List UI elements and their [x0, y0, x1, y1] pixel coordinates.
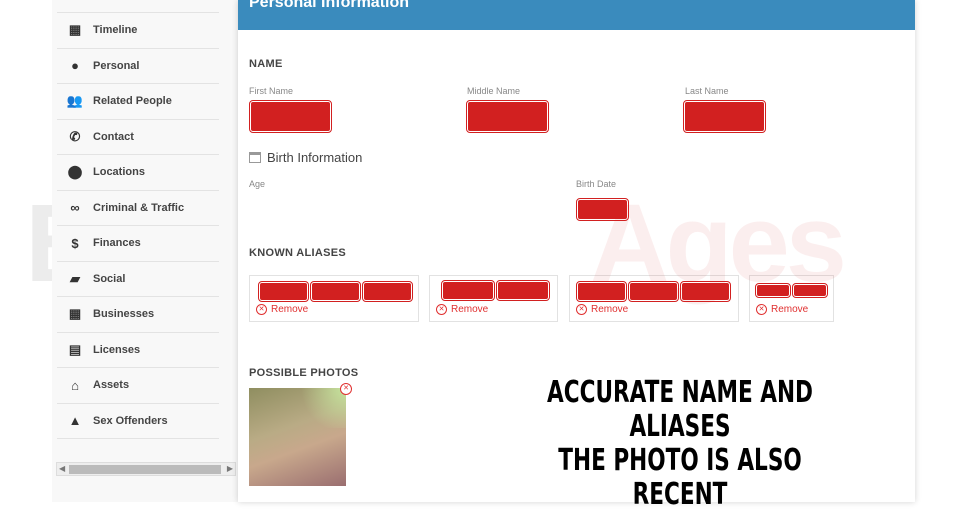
last-name-redacted	[683, 100, 766, 133]
last-name-label: Last Name	[685, 86, 729, 96]
middle-name-label: Middle Name	[467, 86, 521, 96]
home-icon: ⌂	[71, 377, 79, 393]
sidebar-item-assets[interactable]: ⌂ Assets	[57, 368, 219, 404]
people-icon: 👥	[66, 93, 84, 109]
alias-redacted	[441, 280, 495, 301]
remove-alias-button[interactable]: ✕ Remove	[756, 304, 808, 315]
birth-information-title: Birth Information	[249, 150, 362, 165]
photos-section-title: POSSIBLE PHOTOS	[249, 367, 359, 379]
calendar-icon	[249, 152, 261, 163]
horizontal-scrollbar[interactable]: ◀ ▶	[56, 462, 236, 476]
sidebar-item-personal[interactable]: ● Personal	[57, 49, 219, 84]
age-label: Age	[249, 179, 266, 189]
sidebar-item-timeline[interactable]: ▦ Timeline	[57, 13, 219, 49]
scroll-right-icon[interactable]: ▶	[227, 463, 233, 475]
alias-redacted	[258, 281, 309, 302]
remove-icon: ✕	[436, 304, 447, 315]
first-name-redacted	[249, 100, 332, 133]
alias-card: ✕ Remove	[569, 275, 739, 322]
alias-redacted	[680, 281, 731, 302]
birth-date-label: Birth Date	[576, 179, 617, 189]
handcuffs-icon: ∞	[70, 200, 80, 216]
sidebar-item-businesses[interactable]: ▦ Businesses	[57, 297, 219, 333]
calendar-icon: ▦	[68, 22, 82, 38]
remove-alias-button[interactable]: ✕ Remove	[576, 304, 628, 315]
remove-photo-icon[interactable]: ✕	[340, 383, 352, 395]
sidebar-item-sex-offenders[interactable]: ▲ Sex Offenders	[57, 404, 219, 439]
alias-card: ✕ Remove	[429, 275, 558, 322]
id-card-icon: ▤	[68, 341, 82, 357]
alias-card: ✕ Remove	[249, 275, 419, 322]
sidebar-nav: ▦ Timeline ● Personal 👥 Related People ✆ Con…	[57, 12, 219, 439]
alias-card: ✕ Remove	[749, 275, 834, 322]
remove-alias-button[interactable]: ✕ Remove	[256, 304, 308, 315]
birth-date-redacted	[576, 198, 629, 221]
caption-line-1: ACCURATE NAME AND ALIASES	[547, 375, 813, 444]
alias-redacted	[755, 283, 791, 298]
sidebar-item-contact[interactable]: ✆ Contact	[57, 120, 219, 155]
alias-redacted	[792, 283, 828, 298]
caption-overlay: ACCURATE NAME AND ALIASES THE PHOTO IS A…	[529, 376, 831, 512]
page-title: Personal Information	[238, 0, 915, 30]
alias-redacted	[362, 281, 413, 302]
phone-icon: ✆	[69, 128, 81, 144]
scroll-left-icon[interactable]: ◀	[59, 463, 65, 475]
dollar-icon: $	[71, 235, 79, 251]
aliases-section-title: KNOWN ALIASES	[249, 247, 346, 259]
sidebar-item-related-people[interactable]: 👥 Related People	[57, 84, 219, 120]
warning-icon: ▲	[68, 413, 82, 429]
chat-icon: ▰	[70, 270, 80, 286]
first-name-label: First Name	[249, 86, 294, 96]
remove-icon: ✕	[576, 304, 587, 315]
remove-icon: ✕	[256, 304, 267, 315]
alias-redacted	[628, 281, 679, 302]
alias-redacted	[576, 281, 627, 302]
remove-icon: ✕	[756, 304, 767, 315]
building-icon: ▦	[68, 306, 82, 322]
name-section-title: NAME	[249, 58, 283, 70]
sidebar-item-licenses[interactable]: ▤ Licenses	[57, 333, 219, 368]
sidebar: ▦ Timeline ● Personal 👥 Related People ✆ Con…	[52, 0, 238, 502]
sidebar-item-criminal-traffic[interactable]: ∞ Criminal & Traffic	[57, 191, 219, 226]
alias-redacted	[496, 280, 550, 301]
remove-alias-button[interactable]: ✕ Remove	[436, 304, 488, 315]
person-icon: ●	[71, 58, 79, 74]
sidebar-item-locations[interactable]: ⬤ Locations	[57, 155, 219, 191]
sidebar-item-finances[interactable]: $ Finances	[57, 226, 219, 262]
map-pin-icon: ⬤	[67, 164, 83, 180]
sidebar-item-social[interactable]: ▰ Social	[57, 262, 219, 297]
scrollbar-thumb[interactable]	[69, 465, 221, 474]
possible-photo[interactable]	[249, 388, 346, 486]
alias-redacted	[310, 281, 361, 302]
middle-name-redacted	[466, 100, 549, 133]
